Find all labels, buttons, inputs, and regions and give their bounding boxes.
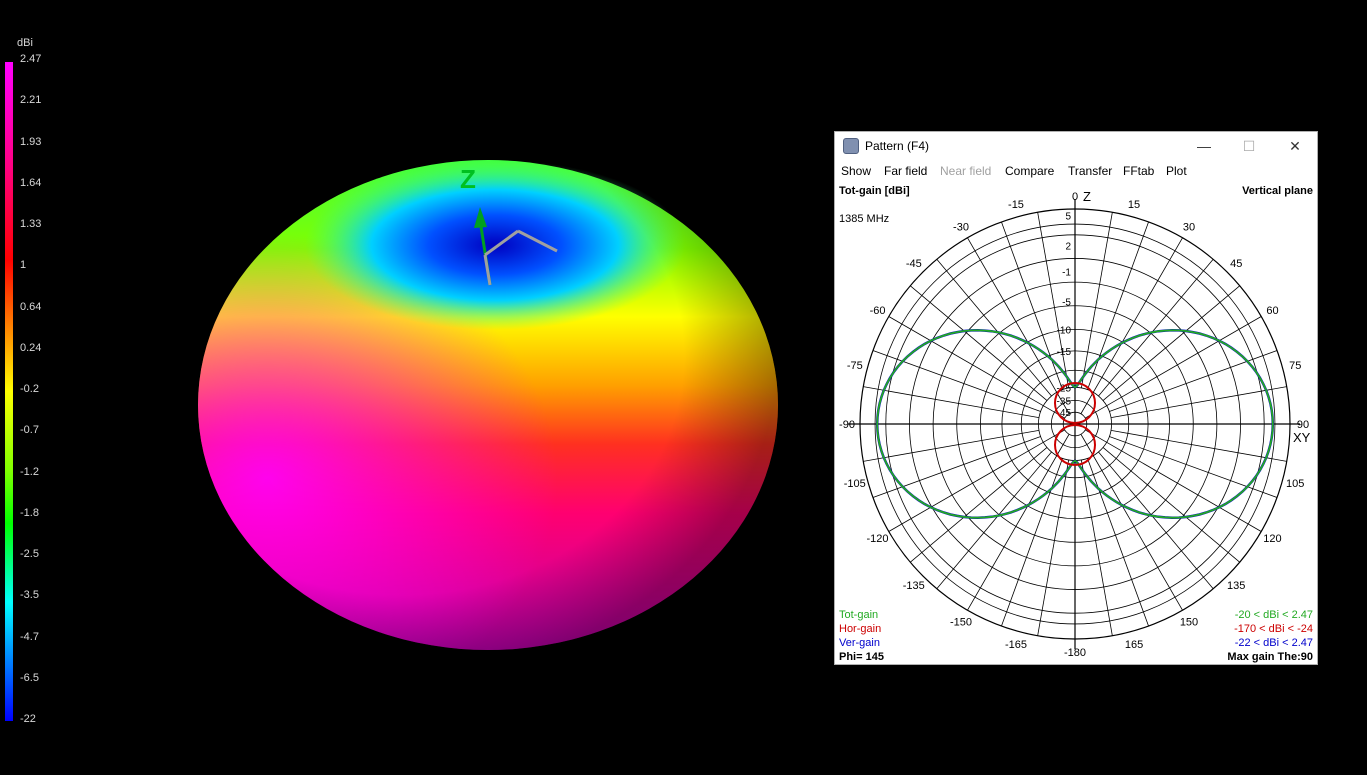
legend-tot-gain: Tot-gain — [839, 609, 879, 621]
legend-ver-gain: Ver-gain — [839, 637, 880, 649]
minimize-button[interactable]: — — [1189, 136, 1219, 156]
axis-xy-label: XY — [1293, 430, 1311, 445]
angle-label: 150 — [1180, 616, 1198, 628]
scale-tick: -22 — [20, 713, 36, 725]
legend-ver-range: -22 < dBi < 2.47 — [1234, 637, 1313, 649]
3d-radiation-pattern[interactable]: Z — [190, 150, 790, 660]
angle-label: 165 — [1125, 639, 1143, 651]
angle-label: -15 — [1008, 199, 1024, 211]
polar-spoke — [1085, 316, 1262, 419]
polar-spoke — [1080, 237, 1183, 414]
title-bar[interactable]: Pattern (F4) — ☐ ✕ — [835, 132, 1317, 160]
scale-tick: -2.5 — [20, 548, 39, 560]
scale-tick: -3.5 — [20, 589, 39, 602]
polar-spoke — [967, 237, 1070, 414]
scale-unit-label: dBi — [17, 37, 33, 49]
scale-tick: -0.2 — [20, 383, 39, 395]
angle-label: -120 — [867, 533, 889, 545]
plot-title: Tot-gain [dBi] — [839, 185, 910, 197]
ring-label: -10 — [1057, 325, 1072, 336]
menu-plot[interactable]: Plot — [1166, 164, 1187, 178]
scale-tick: 1.93 — [20, 135, 42, 148]
ring-label: 2 — [1065, 242, 1071, 253]
angle-label: -165 — [1005, 639, 1027, 651]
polar-spoke — [863, 429, 1040, 462]
angle-label: 75 — [1289, 360, 1301, 372]
legend-hor-range: -170 < dBi < -24 — [1234, 623, 1313, 635]
ring-label: -35 — [1057, 396, 1072, 407]
polar-spoke — [863, 386, 1040, 419]
close-button[interactable]: ✕ — [1280, 136, 1310, 156]
phi-label: Phi= 145 — [839, 651, 884, 663]
angle-label: 15 — [1128, 199, 1140, 211]
polar-plot[interactable]: 0153045607590105120135150165-180-165-150… — [835, 182, 1317, 666]
z-axis-label: Z — [460, 164, 476, 194]
maximize-button[interactable]: ☐ — [1234, 136, 1264, 156]
angle-label: 105 — [1286, 478, 1304, 490]
pattern-window: Pattern (F4) — ☐ ✕ Show Far field Near f… — [834, 131, 1318, 665]
angle-label: -75 — [847, 360, 863, 372]
color-scale-bar — [5, 62, 13, 721]
polar-spoke — [967, 434, 1070, 611]
legend-tot-range: -20 < dBi < 2.47 — [1234, 609, 1313, 621]
angle-label: 0 — [1072, 191, 1078, 203]
angle-label: -180 — [1064, 647, 1086, 659]
plane-label: Vertical plane — [1242, 185, 1313, 197]
angle-label: -105 — [844, 478, 866, 490]
scale-tick: 0.64 — [20, 300, 42, 313]
polar-spoke — [888, 316, 1065, 419]
menu-compare[interactable]: Compare — [1005, 164, 1054, 178]
polar-spoke — [888, 429, 1065, 532]
max-gain-label: Max gain The:90 — [1227, 651, 1313, 663]
scale-tick: 1 — [20, 259, 27, 272]
scale-tick: 2.47 — [20, 53, 42, 65]
menu-near-field[interactable]: Near field — [940, 164, 991, 178]
menu-show[interactable]: Show — [841, 164, 871, 178]
menu-far-field[interactable]: Far field — [884, 164, 927, 178]
scale-tick: 0.24 — [20, 341, 42, 354]
scale-tick: 1.64 — [20, 176, 42, 189]
ring-label: -5 — [1062, 297, 1071, 308]
angle-label: 120 — [1263, 533, 1281, 545]
polar-spoke — [1085, 429, 1262, 532]
ring-label: -1 — [1062, 267, 1071, 278]
window-title: Pattern (F4) — [865, 139, 930, 153]
angle-label: -90 — [839, 419, 855, 431]
angle-label: 30 — [1183, 222, 1195, 234]
scale-tick: -1.8 — [20, 506, 39, 519]
polar-spoke — [1080, 434, 1183, 611]
angle-label: -30 — [953, 222, 969, 234]
ring-label: -15 — [1057, 347, 1072, 358]
scale-tick: -1.2 — [20, 465, 39, 478]
menu-bar: Show Far field Near field Compare Transf… — [835, 160, 1317, 182]
legend-hor-gain: Hor-gain — [839, 623, 882, 635]
menu-fftab[interactable]: FFtab — [1123, 164, 1154, 178]
angle-label: -45 — [906, 258, 922, 270]
angle-label: 60 — [1266, 305, 1278, 317]
menu-transfer[interactable]: Transfer — [1068, 164, 1112, 178]
ring-label: 5 — [1065, 211, 1071, 222]
angle-label: -60 — [870, 305, 886, 317]
scale-tick: 1.33 — [20, 218, 42, 230]
scale-tick: -6.5 — [20, 671, 39, 684]
app-icon — [843, 138, 859, 154]
angle-label: -150 — [950, 616, 972, 628]
scale-tick: -4.7 — [20, 630, 39, 643]
scale-tick: 2.21 — [20, 94, 42, 107]
frequency-label: 1385 MHz — [839, 213, 890, 225]
axis-z-label: Z — [1083, 189, 1091, 204]
angle-label: 45 — [1230, 258, 1242, 270]
scale-tick: -0.7 — [20, 424, 39, 437]
polar-spoke — [1110, 386, 1287, 419]
polar-spoke — [1110, 429, 1287, 462]
angle-label: -135 — [903, 580, 925, 592]
angle-label: 135 — [1227, 580, 1245, 592]
